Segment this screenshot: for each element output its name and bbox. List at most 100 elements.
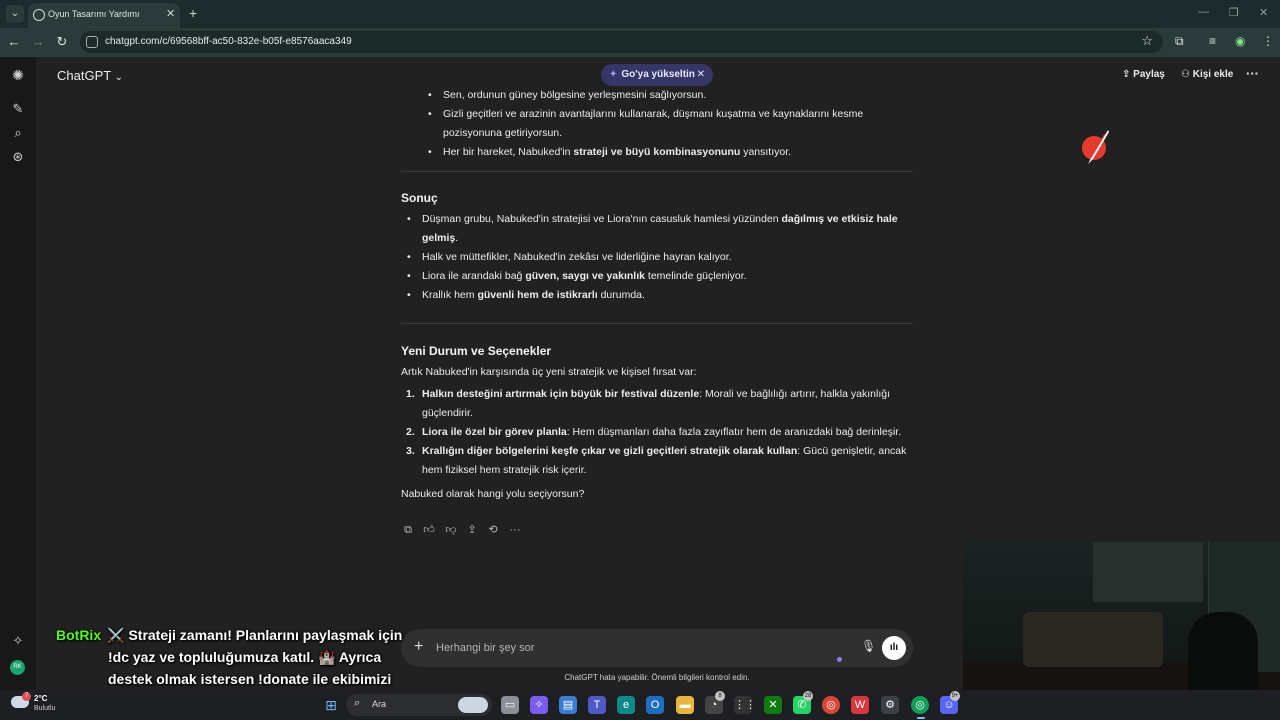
back-icon[interactable]: ← — [5, 34, 23, 49]
divider — [401, 171, 913, 172]
address-bar[interactable]: chatgpt.com/c/69568bff-ac50-832e-b05f-e8… — [80, 31, 1163, 53]
network-app-icon[interactable]: ⚙ — [881, 696, 899, 714]
status-dot — [837, 657, 842, 662]
feather-logo-icon — [1082, 130, 1109, 164]
wps-office-icon[interactable]: W — [851, 696, 869, 714]
apps-grid-icon[interactable]: ⋮⋮ — [734, 696, 756, 714]
user-avatar[interactable]: RK — [10, 660, 25, 675]
bullet-bold: güvenli hem de istikrarlı — [477, 289, 598, 301]
browser-tab[interactable]: Oyun Tasarımı Yardımı ✕ — [28, 3, 180, 28]
windows-start-icon[interactable]: ⊞ — [322, 696, 340, 714]
xbox-icon[interactable]: ✕ — [764, 696, 782, 714]
taskbar-search[interactable]: ⌕ Ara — [346, 694, 492, 716]
teams-icon[interactable]: T — [588, 696, 606, 714]
forward-icon[interactable]: → — [29, 34, 47, 49]
profile-icon[interactable]: ◉ — [1235, 34, 1245, 48]
browser-tab-bar: ⌄ Oyun Tasarımı Yardımı ✕ + — ❐ ✕ — [0, 0, 1280, 28]
gpts-icon[interactable]: ⊛ — [10, 149, 26, 165]
share-button[interactable]: ⇪ Paylaş — [1122, 69, 1165, 80]
upgrade-sparkle-icon[interactable]: ✧ — [10, 633, 26, 649]
temperature: 2°C — [34, 694, 48, 703]
openai-logo-icon[interactable]: ✺ — [10, 67, 26, 83]
close-tab-icon[interactable]: ✕ — [166, 7, 175, 20]
browser-toolbar: ← → ↻ chatgpt.com/c/69568bff-ac50-832e-b… — [0, 28, 1280, 57]
search-chats-icon[interactable]: ⌕ — [10, 125, 26, 141]
list-item: 3. Krallığın diğer bölgelerini keşfe çıka… — [401, 442, 913, 480]
bullet-text: Liora ile arandaki bağ — [422, 270, 526, 282]
more-options-icon[interactable]: ··· — [1246, 66, 1259, 81]
extensions-icon[interactable]: ⧉ — [1175, 34, 1184, 49]
bullet-text: . — [455, 232, 459, 244]
reload-icon[interactable]: ↻ — [53, 34, 71, 50]
browser-menu-icon[interactable]: ⋮ — [1262, 34, 1274, 48]
section-heading: Yeni Durum ve Seçenekler — [401, 344, 552, 358]
regenerate-icon[interactable]: ⟲ — [486, 523, 500, 537]
search-label: Ara — [372, 699, 387, 709]
list-item: Halk ve müttefikler, Nabuked'in zekâsı v… — [401, 248, 913, 267]
question-text: Nabuked olarak hangi yolu seçiyorsun? — [401, 488, 585, 500]
task-view-icon[interactable]: ▭ — [501, 696, 519, 714]
site-info-icon[interactable] — [86, 36, 98, 48]
model-selector[interactable]: ChatGPT ⌄ — [57, 68, 123, 83]
section-heading: Sonuç — [401, 191, 438, 205]
divider — [401, 323, 913, 324]
edge-icon[interactable]: e — [617, 696, 635, 714]
weather-badge: 7 — [22, 692, 31, 701]
close-window-icon[interactable]: ✕ — [1259, 6, 1268, 19]
chrome-profile-icon[interactable]: ◎ — [911, 696, 929, 714]
option-bold: Krallığın diğer bölgelerini keşfe çıkar … — [422, 445, 798, 457]
copy-icon[interactable]: ⧉ — [401, 523, 415, 537]
bullet-text: Her bir hareket, Nabuked'in — [443, 146, 574, 158]
list-item: Liora ile arandaki bağ güven, saygı ve y… — [401, 267, 913, 286]
more-actions-icon[interactable]: ··· — [508, 523, 522, 537]
add-person-button[interactable]: ⚇ Kişi ekle — [1181, 69, 1233, 80]
microphone-icon[interactable]: 🎙︎ — [861, 639, 876, 653]
webcam-bed — [1023, 612, 1163, 667]
share-icon: ⇪ — [1122, 69, 1131, 80]
share-label: Paylaş — [1133, 69, 1165, 80]
bookmark-star-icon[interactable]: ☆ — [1141, 33, 1153, 49]
list-number: 1. — [406, 388, 415, 400]
option-bold: Liora ile özel bir görev planla — [422, 426, 567, 438]
chat-message: Sen, ordunun güney bölgesine yerleşmesin… — [401, 86, 913, 504]
weather-condition: Bulutlu — [34, 705, 56, 712]
outlook-icon[interactable]: O — [646, 696, 664, 714]
voice-mode-button[interactable]: ılı — [882, 636, 906, 660]
copilot-icon[interactable]: ✧ — [530, 696, 548, 714]
sparkle-icon: ✦ — [609, 69, 618, 80]
search-highlight-image — [458, 697, 488, 713]
windows-taskbar: 7 2°C Bulutlu ⊞ ⌕ Ara ▭ ✧ ▤ T e O ▬ ◔ 8 … — [0, 690, 1280, 720]
file-explorer-icon[interactable]: ▬ — [676, 696, 694, 714]
thumbs-up-icon[interactable]: 👍︎ — [422, 523, 436, 537]
new-tab-button[interactable]: + — [189, 5, 197, 21]
upgrade-label: Go'ya yükseltin — [621, 69, 695, 80]
bullet-text: temelinde güçleniyor. — [644, 270, 747, 282]
upgrade-pill[interactable]: ✦ Go'ya yükseltin ✕ — [601, 64, 713, 86]
bullet-text: durumda. — [597, 289, 645, 301]
new-chat-icon[interactable]: ✎ — [10, 101, 26, 117]
bullet-text: Gizli geçitleri ve arazinin avantajların… — [443, 108, 864, 139]
widgets-icon[interactable]: ▤ — [559, 696, 577, 714]
notification-badge: 9+ — [950, 691, 960, 701]
list-item: Düşman grubu, Nabuked'in stratejisi ve L… — [401, 210, 913, 248]
bullet-text: Sen, ordunun güney bölgesine yerleşmesin… — [443, 89, 707, 101]
bullet-bold: güven, saygı ve yakınlık — [525, 270, 645, 282]
chrome-icon[interactable]: ◎ — [822, 696, 840, 714]
notification-badge: 8 — [715, 691, 725, 701]
prompt-input[interactable] — [436, 638, 836, 658]
attach-plus-icon[interactable]: + — [414, 638, 423, 656]
close-icon[interactable]: ✕ — [697, 64, 705, 86]
option-text: : Hem düşmanları daha fazla zayıflatır h… — [566, 426, 902, 438]
minimize-icon[interactable]: — — [1198, 6, 1209, 18]
thumbs-down-icon[interactable]: 👎︎ — [444, 523, 458, 537]
list-item: 2. Liora ile özel bir görev planla: Hem d… — [401, 423, 913, 442]
paragraph: Artık Nabuked'in karşısında üç yeni stra… — [401, 366, 697, 378]
bullet-text: Krallık hem — [422, 289, 478, 301]
tab-list-button[interactable]: ⌄ — [6, 5, 24, 23]
bullet-text: Düşman grubu, Nabuked'in stratejisi ve L… — [422, 213, 782, 225]
chatgpt-favicon-icon — [33, 9, 45, 21]
restore-icon[interactable]: ❐ — [1229, 6, 1239, 19]
share-message-icon[interactable]: ⇪ — [465, 523, 479, 537]
media-controls-icon[interactable]: ≡ — [1209, 34, 1216, 48]
bullet-text: Halk ve müttefikler, Nabuked'in zekâsı v… — [422, 251, 732, 263]
